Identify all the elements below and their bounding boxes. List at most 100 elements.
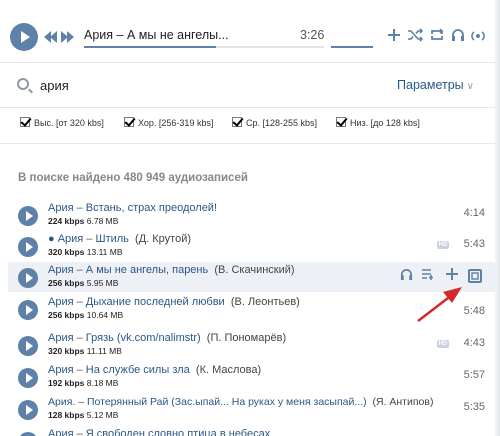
- track-duration: 4:43: [463, 337, 485, 349]
- track-song-link[interactable]: Штиль: [96, 233, 129, 245]
- next-track-button[interactable]: [61, 31, 75, 43]
- track-play-button[interactable]: [18, 400, 38, 420]
- filter-good-checkbox[interactable]: Хор. [256-319 kbs]: [124, 117, 213, 131]
- track-meta: 256 kbps 5.95 MB: [48, 278, 118, 288]
- track-artist-link[interactable]: Ария: [48, 364, 74, 376]
- scrollbar-gutter[interactable]: [495, 0, 500, 436]
- progress-bar[interactable]: [84, 46, 324, 48]
- track-play-button[interactable]: [18, 206, 38, 226]
- track-play-button[interactable]: [18, 237, 38, 257]
- checkbox-checked-icon[interactable]: [20, 117, 30, 127]
- track-title: Ария – А мы не ангелы, парень (В. Скачин…: [48, 264, 295, 276]
- now-playing-song: А мы не ангелы...: [126, 28, 229, 42]
- now-playing-separator: –: [113, 28, 127, 42]
- track-artist-link[interactable]: Ария.: [48, 396, 75, 408]
- track-play-button[interactable]: [18, 300, 38, 320]
- track-meta: 256 kbps 10.64 MB: [48, 310, 123, 320]
- track-song-link[interactable]: Дыхание последней любви: [86, 296, 225, 308]
- track-duration: 5:48: [463, 305, 485, 317]
- track-row[interactable]: Ария – Я свободен словно птица в небесах: [8, 426, 495, 436]
- progress-fill: [84, 46, 216, 48]
- filter-label: Хор. [256-319 kbs]: [138, 118, 214, 128]
- track-row[interactable]: Ария. – Потерянный Рай (Зас.ыпай... На р…: [8, 394, 495, 424]
- track-meta: 128 kbps 5.12 MB: [48, 410, 118, 420]
- volume-slider[interactable]: [331, 46, 373, 48]
- track-artist-link[interactable]: Ария: [48, 264, 74, 276]
- track-row[interactable]: Ария – На службе силы зла (К. Маслова) 1…: [8, 362, 495, 392]
- track-title: Ария – Дыхание последней любви (В. Леонт…: [48, 296, 300, 308]
- previous-track-button[interactable]: [44, 31, 58, 43]
- track-play-button[interactable]: [18, 268, 38, 288]
- track-duration: 5:35: [463, 401, 485, 413]
- play-button[interactable]: [10, 23, 38, 51]
- now-playing-time: 3:26: [300, 28, 325, 42]
- now-playing-artist: Ария: [84, 28, 114, 42]
- filter-low-checkbox[interactable]: Низ. [до 128 kbs]: [336, 117, 420, 131]
- checkbox-checked-icon[interactable]: [232, 117, 242, 127]
- plus-icon[interactable]: [386, 28, 402, 44]
- track-row[interactable]: ● Ария – Штиль (Д. Крутой) 320 kbps 13.1…: [8, 231, 495, 261]
- track-dash: –: [73, 332, 86, 344]
- parameters-dropdown[interactable]: Параметры ∨: [397, 78, 474, 92]
- track-title: Ария – Грязь (vk.com/nalimstr) (П. Поном…: [48, 332, 286, 344]
- search-input[interactable]: [40, 75, 340, 95]
- track-duration: 5:57: [463, 369, 485, 381]
- filter-label: Выс. [от 320 kbs]: [34, 118, 104, 128]
- filter-medium-checkbox[interactable]: Ср. [128-255 kbs]: [232, 117, 317, 131]
- filter-label: Низ. [до 128 kbs]: [350, 118, 420, 128]
- bitrate-filters: Выс. [от 320 kbs] Хор. [256-319 kbs] Ср.…: [0, 108, 495, 144]
- headphones-icon[interactable]: [398, 268, 414, 284]
- track-artist-link[interactable]: Ария: [48, 332, 74, 344]
- track-subtitle: (П. Пономарёв): [206, 332, 287, 344]
- filter-high-checkbox[interactable]: Выс. [от 320 kbs]: [20, 117, 104, 131]
- track-song-link[interactable]: Встань, страх преодолей!: [86, 202, 217, 214]
- track-bitrate: 320 kbps: [48, 346, 85, 356]
- track-song-link[interactable]: А мы не ангелы, парень: [86, 264, 208, 276]
- track-play-button[interactable]: [18, 368, 38, 388]
- track-size: 11.11 MB: [86, 346, 122, 356]
- track-title: Ария – Я свободен словно птица в небесах: [48, 428, 270, 436]
- track-row-active[interactable]: Ария – А мы не ангелы, парень (В. Скачин…: [8, 262, 495, 292]
- track-play-button[interactable]: [18, 432, 38, 436]
- track-title: Ария. – Потерянный Рай (Зас.ыпай... На р…: [48, 396, 433, 408]
- next-icon: [67, 31, 74, 43]
- search-bar: Параметры∨: [0, 62, 495, 108]
- track-bitrate: 256 kbps: [48, 310, 85, 320]
- track-size: 8.18 MB: [86, 378, 119, 388]
- add-to-playlist-icon[interactable]: [420, 268, 436, 284]
- now-playing-title[interactable]: Ария – А мы не ангелы...: [84, 28, 324, 42]
- track-song-link[interactable]: На службе силы зла: [86, 364, 190, 376]
- track-meta: 320 kbps 13.11 MB: [48, 247, 123, 257]
- filter-label: Ср. [128-255 kbs]: [246, 118, 318, 128]
- track-subtitle: (Д. Крутой): [135, 233, 192, 245]
- shuffle-icon[interactable]: [407, 28, 424, 44]
- hd-badge-icon: HD: [437, 340, 449, 348]
- track-row[interactable]: Ария – Дыхание последней любви (В. Леонт…: [8, 294, 495, 324]
- track-dash: –: [73, 264, 86, 276]
- repeat-icon[interactable]: [429, 28, 445, 44]
- plus-icon[interactable]: [444, 268, 460, 284]
- track-meta: 192 kbps 8.18 MB: [48, 378, 118, 388]
- broadcast-icon[interactable]: [470, 28, 486, 44]
- track-row[interactable]: Ария – Грязь (vk.com/nalimstr) (П. Поном…: [8, 330, 495, 360]
- download-box-icon[interactable]: [468, 269, 482, 283]
- track-subtitle: (В. Скачинский): [214, 264, 295, 276]
- track-duration: 4:14: [463, 207, 485, 219]
- track-artist-link[interactable]: Ария: [48, 428, 74, 436]
- track-play-button[interactable]: [18, 336, 38, 356]
- track-artist-link[interactable]: ● Ария: [48, 233, 83, 245]
- track-bitrate: 224 kbps: [48, 216, 85, 226]
- track-meta: 224 kbps 6.78 MB: [48, 216, 118, 226]
- track-artist-link[interactable]: Ария: [48, 296, 74, 308]
- track-song-link[interactable]: Потерянный Рай (Зас.ыпай... На руках у м…: [87, 396, 367, 408]
- checkbox-checked-icon[interactable]: [336, 117, 346, 127]
- track-row[interactable]: Ария – Встань, страх преодолей! 224 kbps…: [8, 200, 495, 230]
- track-title: Ария – На службе силы зла (К. Маслова): [48, 364, 261, 376]
- hd-badge-icon: HD: [437, 241, 449, 249]
- checkbox-checked-icon[interactable]: [124, 117, 134, 127]
- track-artist-link[interactable]: Ария: [48, 202, 74, 214]
- track-song-link[interactable]: Я свободен словно птица в небесах: [86, 428, 270, 436]
- headphones-icon[interactable]: [450, 28, 466, 44]
- track-song-link[interactable]: Грязь (vk.com/nalimstr): [86, 332, 201, 344]
- track-meta: 320 kbps 11.11 MB: [48, 346, 122, 356]
